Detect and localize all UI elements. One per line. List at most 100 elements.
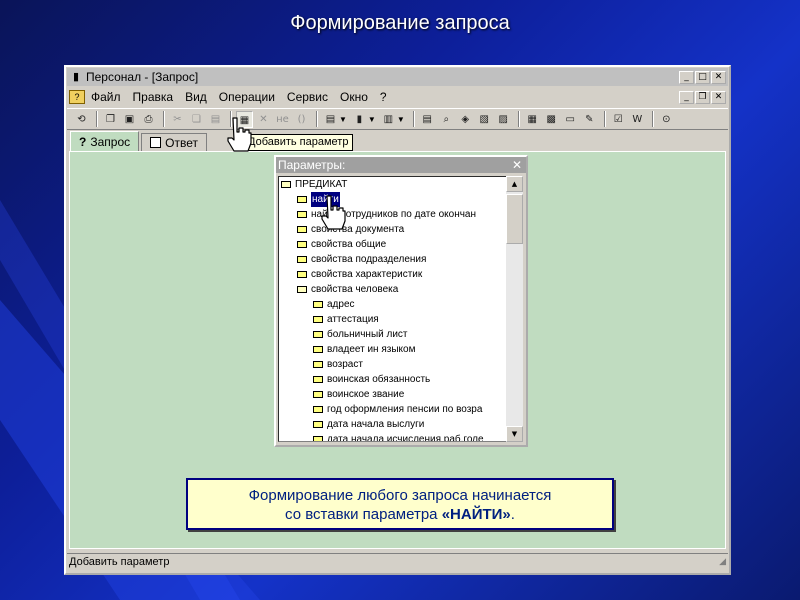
tree-item[interactable]: воинское звание bbox=[279, 387, 509, 402]
tab-query[interactable]: ? Запрос bbox=[70, 131, 140, 151]
scroll-up-icon[interactable]: ▲ bbox=[506, 176, 523, 192]
question-icon: ? bbox=[79, 134, 87, 149]
folder-icon bbox=[313, 436, 323, 441]
callout-keyword: «НАЙТИ» bbox=[441, 506, 511, 523]
menu-window[interactable]: Окно bbox=[334, 90, 374, 104]
toolbar-separator bbox=[651, 111, 654, 127]
tree-item[interactable]: свойства общие bbox=[279, 237, 509, 252]
report-icon[interactable]: ▤ bbox=[419, 111, 436, 128]
tree-item[interactable]: владеет ин языком bbox=[279, 342, 509, 357]
resize-grip-icon[interactable]: ◢ bbox=[719, 554, 726, 570]
menu-edit[interactable]: Правка bbox=[127, 90, 180, 104]
callout-line-2: со вставки параметра «НАЙТИ». bbox=[285, 506, 515, 523]
not-button[interactable]: не bbox=[274, 111, 291, 128]
callout-line-1: Формирование любого запроса начинается bbox=[248, 487, 552, 504]
menu-service[interactable]: Сервис bbox=[281, 90, 334, 104]
folder-icon bbox=[297, 226, 307, 233]
folder-icon bbox=[313, 391, 323, 398]
close-button[interactable]: ✕ bbox=[711, 70, 726, 84]
folder-open-icon bbox=[297, 286, 307, 293]
folder-icon bbox=[313, 301, 323, 308]
tree-item[interactable]: возраст bbox=[279, 357, 509, 372]
tree-scrollbar[interactable]: ▲ ▼ bbox=[506, 176, 523, 442]
folder-icon bbox=[313, 331, 323, 338]
toolbar: ⟲ ❐ ▣ ⎙ ✂ ❏ ▤ ▦ ✕ не () ▤ ▼ ▮ ▼ ▥ ▼ ▤ ⌕ ◈ ▧… bbox=[67, 108, 728, 130]
settings-doc-icon[interactable]: ▨ bbox=[495, 111, 512, 128]
folder-icon bbox=[297, 271, 307, 278]
window-titlebar[interactable]: ▮ Персонал - [Запрос] _ □ ✕ bbox=[67, 68, 728, 86]
open-folder-icon[interactable]: ▭ bbox=[562, 111, 579, 128]
folder-icon bbox=[297, 241, 307, 248]
maximize-button[interactable]: □ bbox=[695, 70, 710, 84]
print-icon[interactable]: ⎙ bbox=[140, 111, 157, 128]
dropdown-arrow-icon[interactable]: ▼ bbox=[339, 115, 347, 124]
folder-icon bbox=[313, 376, 323, 383]
tab-answer[interactable]: Ответ bbox=[141, 133, 207, 151]
folder-icon bbox=[313, 361, 323, 368]
copy-icon[interactable]: ❏ bbox=[188, 111, 205, 128]
folder-icon bbox=[313, 346, 323, 353]
tree-item[interactable]: найти bbox=[279, 192, 509, 207]
parameters-dialog: Параметры: ✕ ПРЕДИКАТ найти найти сотруд… bbox=[274, 155, 528, 447]
toolbar-separator bbox=[316, 111, 318, 127]
tree-item[interactable]: год оформления пенсии по возра bbox=[279, 402, 509, 417]
tab-query-label: Запрос bbox=[90, 134, 131, 149]
check-icon[interactable]: ☑ bbox=[610, 111, 627, 128]
run-icon[interactable]: ◈ bbox=[457, 111, 474, 128]
scroll-down-icon[interactable]: ▼ bbox=[506, 426, 523, 442]
copy-doc-icon[interactable]: ❐ bbox=[102, 111, 119, 128]
mdi-minimize-button[interactable]: _ bbox=[679, 90, 694, 104]
dropdown-arrow-icon[interactable]: ▼ bbox=[368, 115, 376, 124]
tree-item[interactable]: свойства человека bbox=[279, 282, 509, 297]
folder-icon bbox=[297, 256, 307, 263]
save-icon[interactable]: ▣ bbox=[121, 111, 138, 128]
refresh-icon[interactable]: ⟲ bbox=[73, 111, 90, 128]
search-doc-icon[interactable]: ⌕ bbox=[438, 111, 455, 128]
filter-icon[interactable]: ▥ bbox=[380, 111, 397, 128]
tree-item[interactable]: аттестация bbox=[279, 312, 509, 327]
export-icon[interactable]: ▧ bbox=[476, 111, 493, 128]
table-icon[interactable]: ▦ bbox=[524, 111, 541, 128]
parameters-dialog-titlebar[interactable]: Параметры: ✕ bbox=[276, 157, 526, 173]
tree-item[interactable]: свойства характеристик bbox=[279, 267, 509, 282]
delete-icon[interactable]: ✕ bbox=[255, 111, 272, 128]
menu-help[interactable]: ? bbox=[374, 90, 393, 104]
mdi-restore-button[interactable]: ❐ bbox=[695, 90, 710, 104]
brackets-button[interactable]: () bbox=[293, 111, 310, 128]
toolbar-separator bbox=[412, 111, 415, 127]
menu-file[interactable]: Файл bbox=[85, 90, 127, 104]
parameters-tree[interactable]: ПРЕДИКАТ найти найти сотрудников по дате… bbox=[278, 176, 510, 442]
statusbar: Добавить параметр ◢ bbox=[67, 553, 728, 571]
word-icon[interactable]: W bbox=[629, 111, 646, 128]
minimize-button[interactable]: _ bbox=[679, 70, 694, 84]
slide-title: Формирование запроса bbox=[290, 12, 510, 34]
cut-icon[interactable]: ✂ bbox=[169, 111, 186, 128]
paste-icon[interactable]: ▤ bbox=[207, 111, 224, 128]
document-icon[interactable]: ? bbox=[69, 90, 85, 104]
tree-item[interactable]: ПРЕДИКАТ bbox=[279, 177, 509, 192]
tree-item[interactable]: свойства подразделения bbox=[279, 252, 509, 267]
scroll-thumb[interactable] bbox=[506, 194, 523, 244]
book-icon[interactable]: ▮ bbox=[351, 111, 368, 128]
tree-item[interactable]: дата начала исчисления раб.голе bbox=[279, 432, 509, 441]
toolbar-separator bbox=[163, 111, 165, 127]
edit-icon[interactable]: ✎ bbox=[581, 111, 598, 128]
tree-item[interactable]: свойства документа bbox=[279, 222, 509, 237]
mdi-close-button[interactable]: ✕ bbox=[711, 90, 726, 104]
tree-item[interactable]: адрес bbox=[279, 297, 509, 312]
binoculars-icon[interactable]: ⊙ bbox=[658, 111, 675, 128]
template-icon[interactable]: ▤ bbox=[322, 111, 339, 128]
grid-icon[interactable]: ▩ bbox=[543, 111, 560, 128]
dropdown-arrow-icon[interactable]: ▼ bbox=[397, 115, 405, 124]
checkbox-icon bbox=[150, 137, 162, 148]
tree-item[interactable]: найти сотрудников по дате окончан bbox=[279, 207, 509, 222]
explanation-callout: Формирование любого запроса начинается с… bbox=[186, 478, 614, 530]
menu-operations[interactable]: Операции bbox=[213, 90, 281, 104]
hand-cursor-icon bbox=[227, 117, 252, 152]
toolbar-separator bbox=[96, 111, 98, 127]
tree-item[interactable]: воинская обязанность bbox=[279, 372, 509, 387]
tree-item[interactable]: больничный лист bbox=[279, 327, 509, 342]
tree-item[interactable]: дата начала выслуги bbox=[279, 417, 509, 432]
menu-view[interactable]: Вид bbox=[179, 90, 213, 104]
parameters-close-icon[interactable]: ✕ bbox=[512, 157, 522, 173]
